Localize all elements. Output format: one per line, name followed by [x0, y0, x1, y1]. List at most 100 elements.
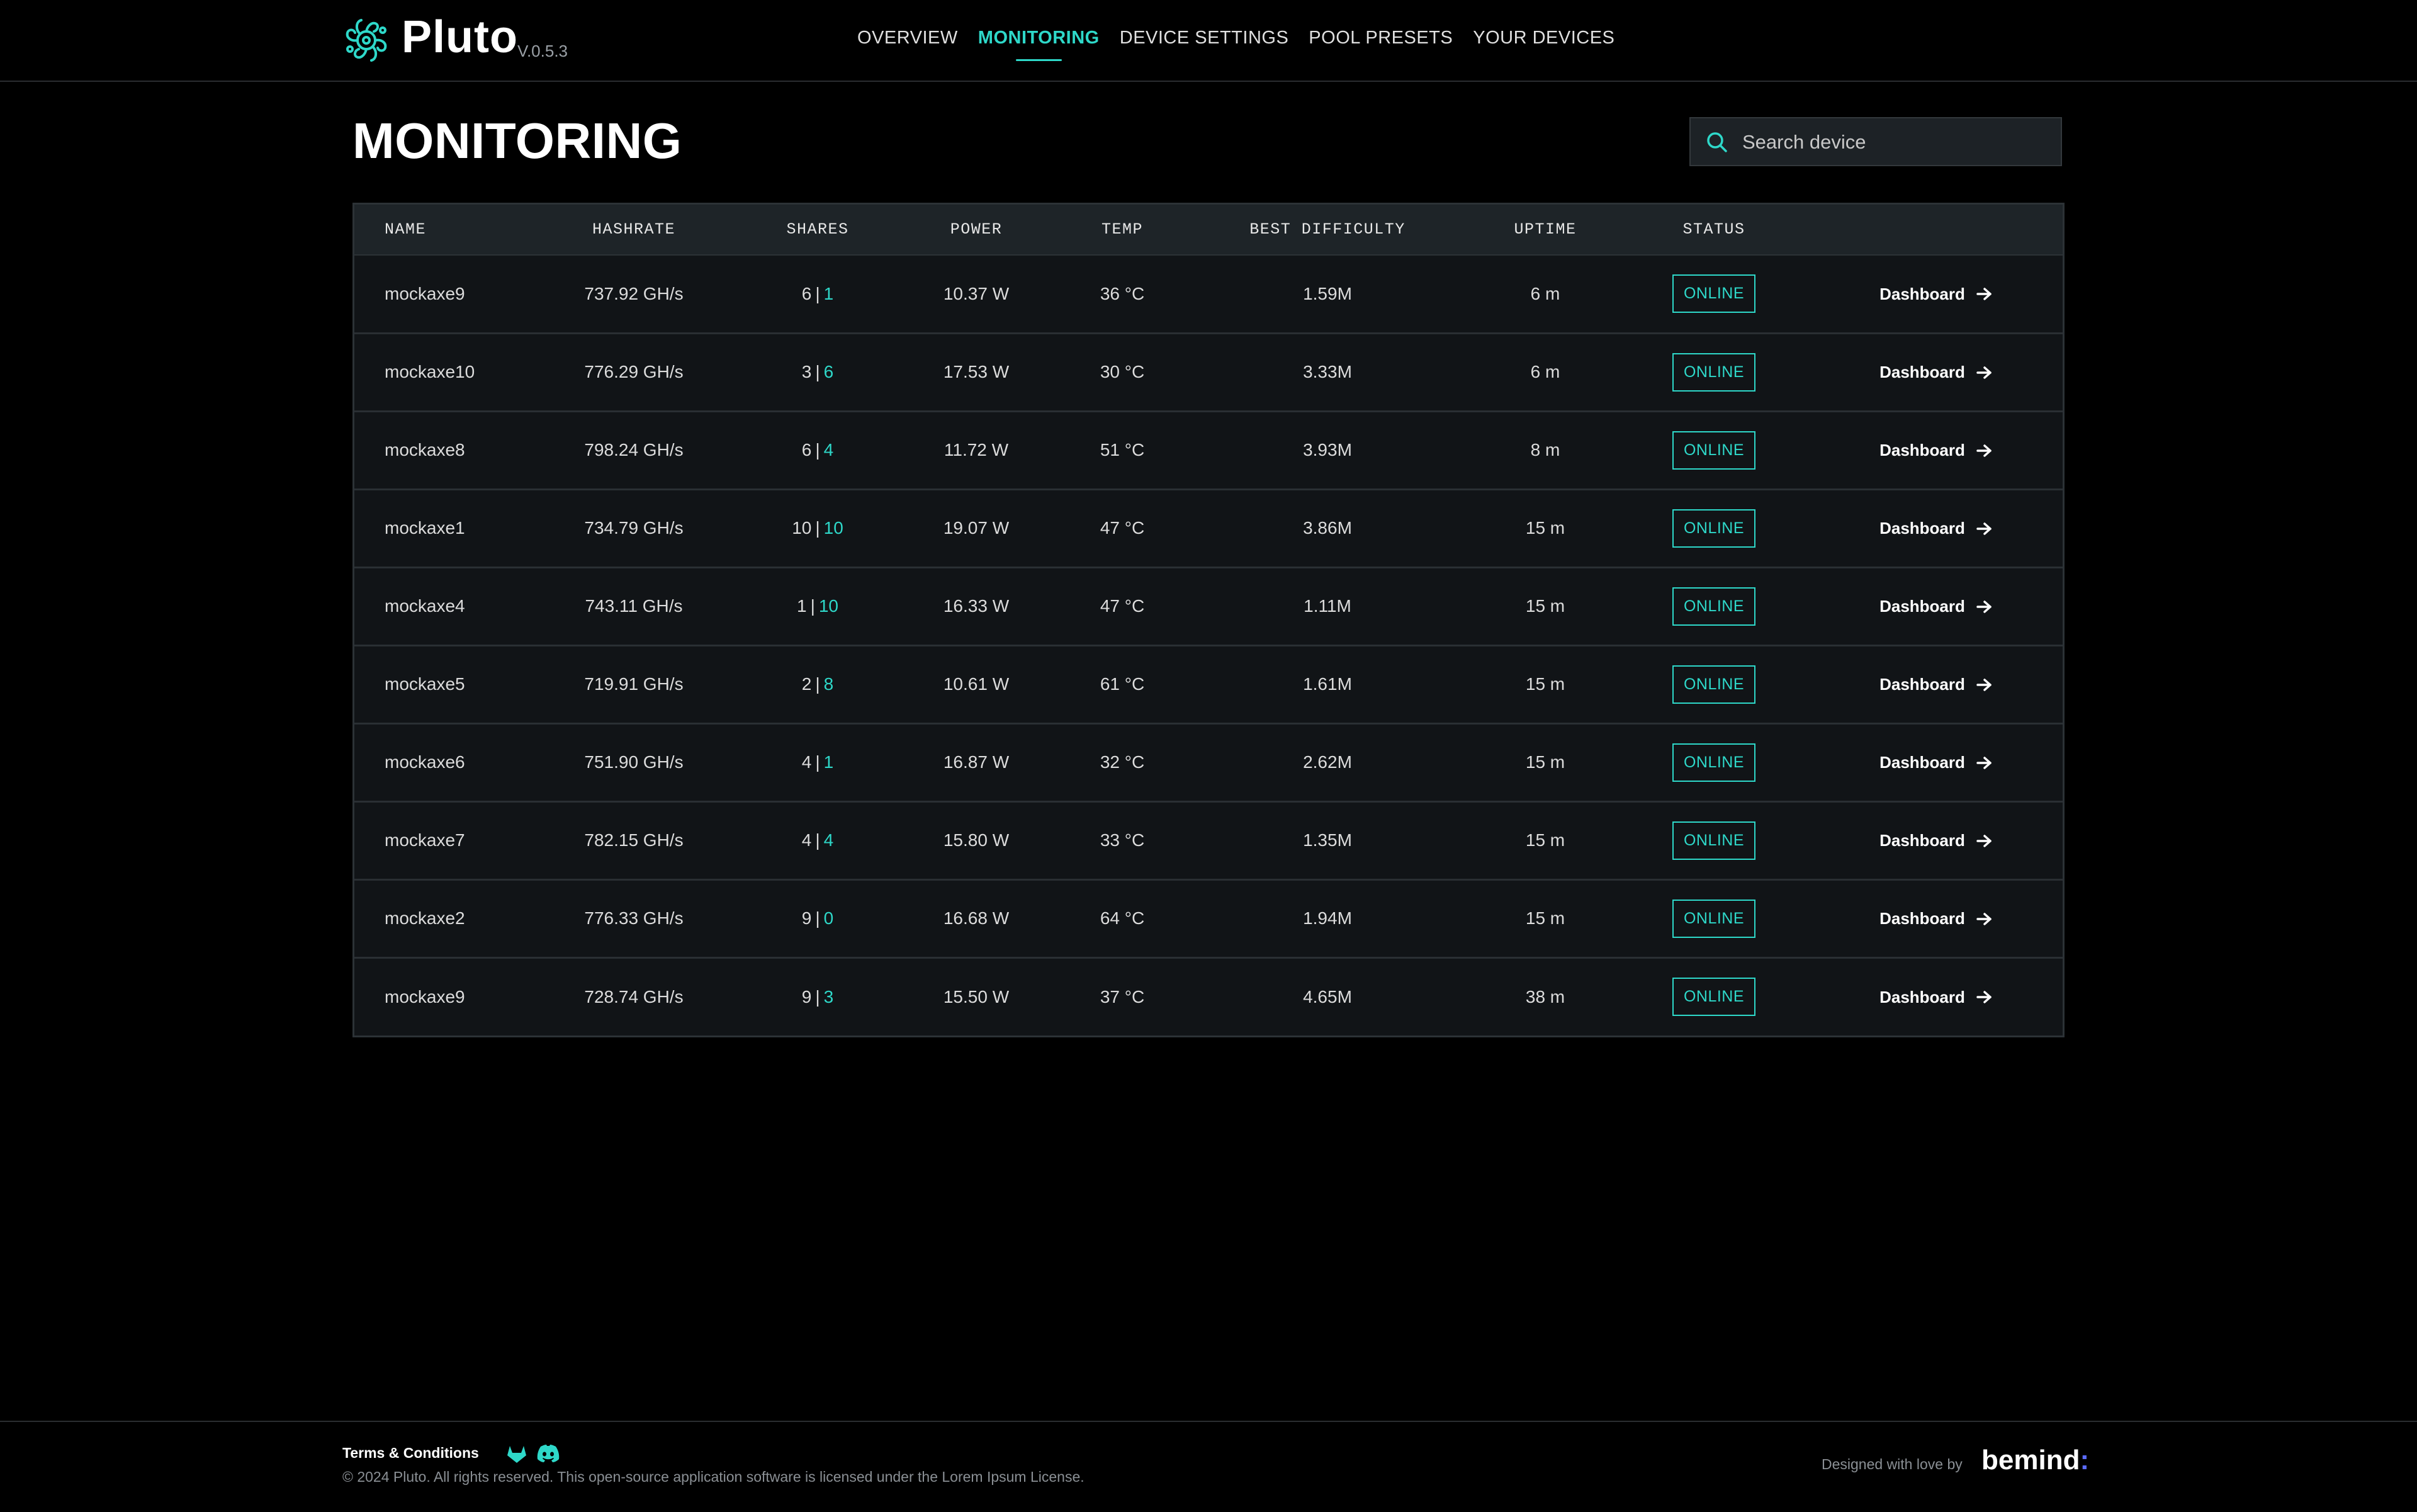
status-badge: ONLINE	[1672, 587, 1756, 626]
device-temp: 37 °C	[1100, 986, 1145, 1007]
search-box[interactable]	[1689, 117, 2062, 166]
nav-device-settings[interactable]: DEVICE SETTINGS	[1120, 28, 1289, 48]
header-status[interactable]: STATUS	[1618, 205, 1810, 256]
dashboard-link[interactable]: Dashboard	[1879, 753, 1993, 772]
device-status: ONLINE	[1618, 879, 1810, 957]
device-status: ONLINE	[1618, 333, 1810, 411]
header-temp[interactable]: TEMP	[1062, 205, 1183, 256]
table-header-row: NAME HASHRATE SHARES POWER TEMP BEST DIF…	[354, 205, 2063, 256]
dashboard-link[interactable]: Dashboard	[1879, 831, 1993, 850]
app-version: V.0.5.3	[517, 42, 568, 60]
dashboard-link[interactable]: Dashboard	[1879, 363, 1993, 382]
device-power: 10.61 W	[943, 674, 1010, 694]
header-uptime[interactable]: UPTIME	[1472, 205, 1618, 256]
device-hashrate: 737.92 GH/s	[584, 283, 684, 303]
table-row: mockaxe9 728.74 GH/s 9 | 3 15.50 W 37 °C 4.65M 3…	[354, 957, 2063, 1035]
device-power: 10.37 W	[943, 283, 1010, 303]
terms-link[interactable]: Terms & Conditions	[342, 1445, 479, 1462]
device-actions: Dashboard	[1810, 489, 2063, 567]
device-power: 11.72 W	[944, 440, 1009, 460]
device-status: ONLINE	[1618, 957, 1810, 1035]
dashboard-link[interactable]: Dashboard	[1879, 285, 1993, 304]
designer-logo[interactable]: bemind:	[1981, 1445, 2089, 1476]
page-title: MONITORING	[352, 113, 682, 169]
device-actions: Dashboard	[1810, 255, 2063, 333]
arrow-right-icon	[1976, 444, 1992, 457]
table-row: mockaxe6 751.90 GH/s 4 | 1 16.87 W 32 °C 2.62M 1…	[354, 723, 2063, 801]
shares-separator: |	[815, 752, 820, 772]
shares-accepted: 6	[801, 440, 812, 460]
copyright-text: © 2024 Pluto. All rights reserved. This …	[342, 1469, 1085, 1485]
nav-monitoring[interactable]: MONITORING	[978, 28, 1100, 61]
shares-accepted: 4	[801, 830, 812, 850]
nav-pool-presets[interactable]: POOL PRESETS	[1309, 28, 1453, 48]
shares-separator: |	[815, 986, 820, 1007]
status-badge: ONLINE	[1672, 743, 1756, 782]
dashboard-link[interactable]: Dashboard	[1879, 909, 1993, 928]
dashboard-link[interactable]: Dashboard	[1879, 519, 1993, 538]
footer: Terms & Conditions © 2024 Pluto. All rig…	[0, 1421, 2417, 1512]
search-input[interactable]	[1741, 118, 2052, 166]
device-shares: 2 | 8	[745, 645, 891, 723]
shares-accepted: 10	[792, 518, 812, 538]
device-best-difficulty: 1.11M	[1304, 596, 1351, 616]
dashboard-link[interactable]: Dashboard	[1879, 441, 1993, 460]
pluto-logo-icon[interactable]	[340, 14, 393, 67]
gitlab-icon[interactable]	[505, 1443, 528, 1464]
device-uptime: 38 m	[1525, 986, 1565, 1007]
device-temp: 30 °C	[1100, 362, 1145, 381]
designer-name: bemind	[1981, 1445, 2080, 1475]
device-actions: Dashboard	[1810, 957, 2063, 1035]
shares-separator: |	[815, 830, 820, 850]
device-shares: 1 | 10	[745, 567, 891, 645]
device-actions: Dashboard	[1810, 801, 2063, 879]
device-status: ONLINE	[1618, 489, 1810, 567]
device-status: ONLINE	[1618, 411, 1810, 489]
device-shares: 3 | 6	[745, 333, 891, 411]
table-row: mockaxe8 798.24 GH/s 6 | 4 11.72 W 51 °C 3.93M 8…	[354, 411, 2063, 489]
header-name[interactable]: NAME	[354, 205, 523, 256]
device-actions: Dashboard	[1810, 879, 2063, 957]
dashboard-link[interactable]: Dashboard	[1879, 988, 1993, 1007]
dashboard-link[interactable]: Dashboard	[1879, 675, 1993, 694]
shares-separator: |	[815, 908, 820, 928]
device-uptime: 15 m	[1525, 596, 1565, 616]
device-uptime: 15 m	[1525, 518, 1565, 538]
device-power: 16.87 W	[943, 752, 1010, 772]
dashboard-link[interactable]: Dashboard	[1879, 597, 1993, 616]
shares-separator: |	[815, 283, 820, 303]
discord-icon[interactable]	[536, 1443, 560, 1464]
device-shares: 4 | 4	[745, 801, 891, 879]
dashboard-link-label: Dashboard	[1879, 519, 1965, 538]
device-actions: Dashboard	[1810, 567, 2063, 645]
nav-your-devices[interactable]: YOUR DEVICES	[1473, 28, 1614, 48]
arrow-right-icon	[1976, 366, 1992, 379]
dashboard-link-label: Dashboard	[1879, 441, 1965, 460]
table-row: mockaxe10 776.29 GH/s 3 | 6 17.53 W 30 °C 3.33M…	[354, 333, 2063, 411]
header-hashrate[interactable]: HASHRATE	[523, 205, 745, 256]
shares-separator: |	[815, 674, 820, 694]
device-actions: Dashboard	[1810, 723, 2063, 801]
device-actions: Dashboard	[1810, 333, 2063, 411]
device-status: ONLINE	[1618, 255, 1810, 333]
shares-rejected: 0	[823, 908, 834, 928]
device-best-difficulty: 1.35M	[1303, 830, 1352, 850]
header-best-difficulty[interactable]: BEST DIFFICULTY	[1183, 205, 1472, 256]
main-nav: OVERVIEW MONITORING DEVICE SETTINGS POOL…	[857, 28, 1614, 61]
device-hashrate: 743.11 GH/s	[585, 596, 683, 616]
dashboard-link-label: Dashboard	[1879, 363, 1965, 381]
device-hashrate: 782.15 GH/s	[584, 830, 684, 850]
table-row: mockaxe4 743.11 GH/s 1 | 10 16.33 W 47 °C 1.11M…	[354, 567, 2063, 645]
shares-rejected: 3	[823, 986, 834, 1007]
header-power[interactable]: POWER	[891, 205, 1062, 256]
nav-overview[interactable]: OVERVIEW	[857, 28, 958, 48]
device-name: mockaxe8	[385, 440, 465, 460]
table-row: mockaxe2 776.33 GH/s 9 | 0 16.68 W 64 °C 1.94M 1…	[354, 879, 2063, 957]
header-shares[interactable]: SHARES	[745, 205, 891, 256]
device-hashrate: 776.33 GH/s	[584, 908, 684, 928]
shares-rejected: 1	[823, 752, 834, 772]
device-status: ONLINE	[1618, 723, 1810, 801]
dashboard-link-label: Dashboard	[1879, 831, 1965, 850]
device-shares: 6 | 4	[745, 411, 891, 489]
shares-separator: |	[815, 440, 820, 460]
